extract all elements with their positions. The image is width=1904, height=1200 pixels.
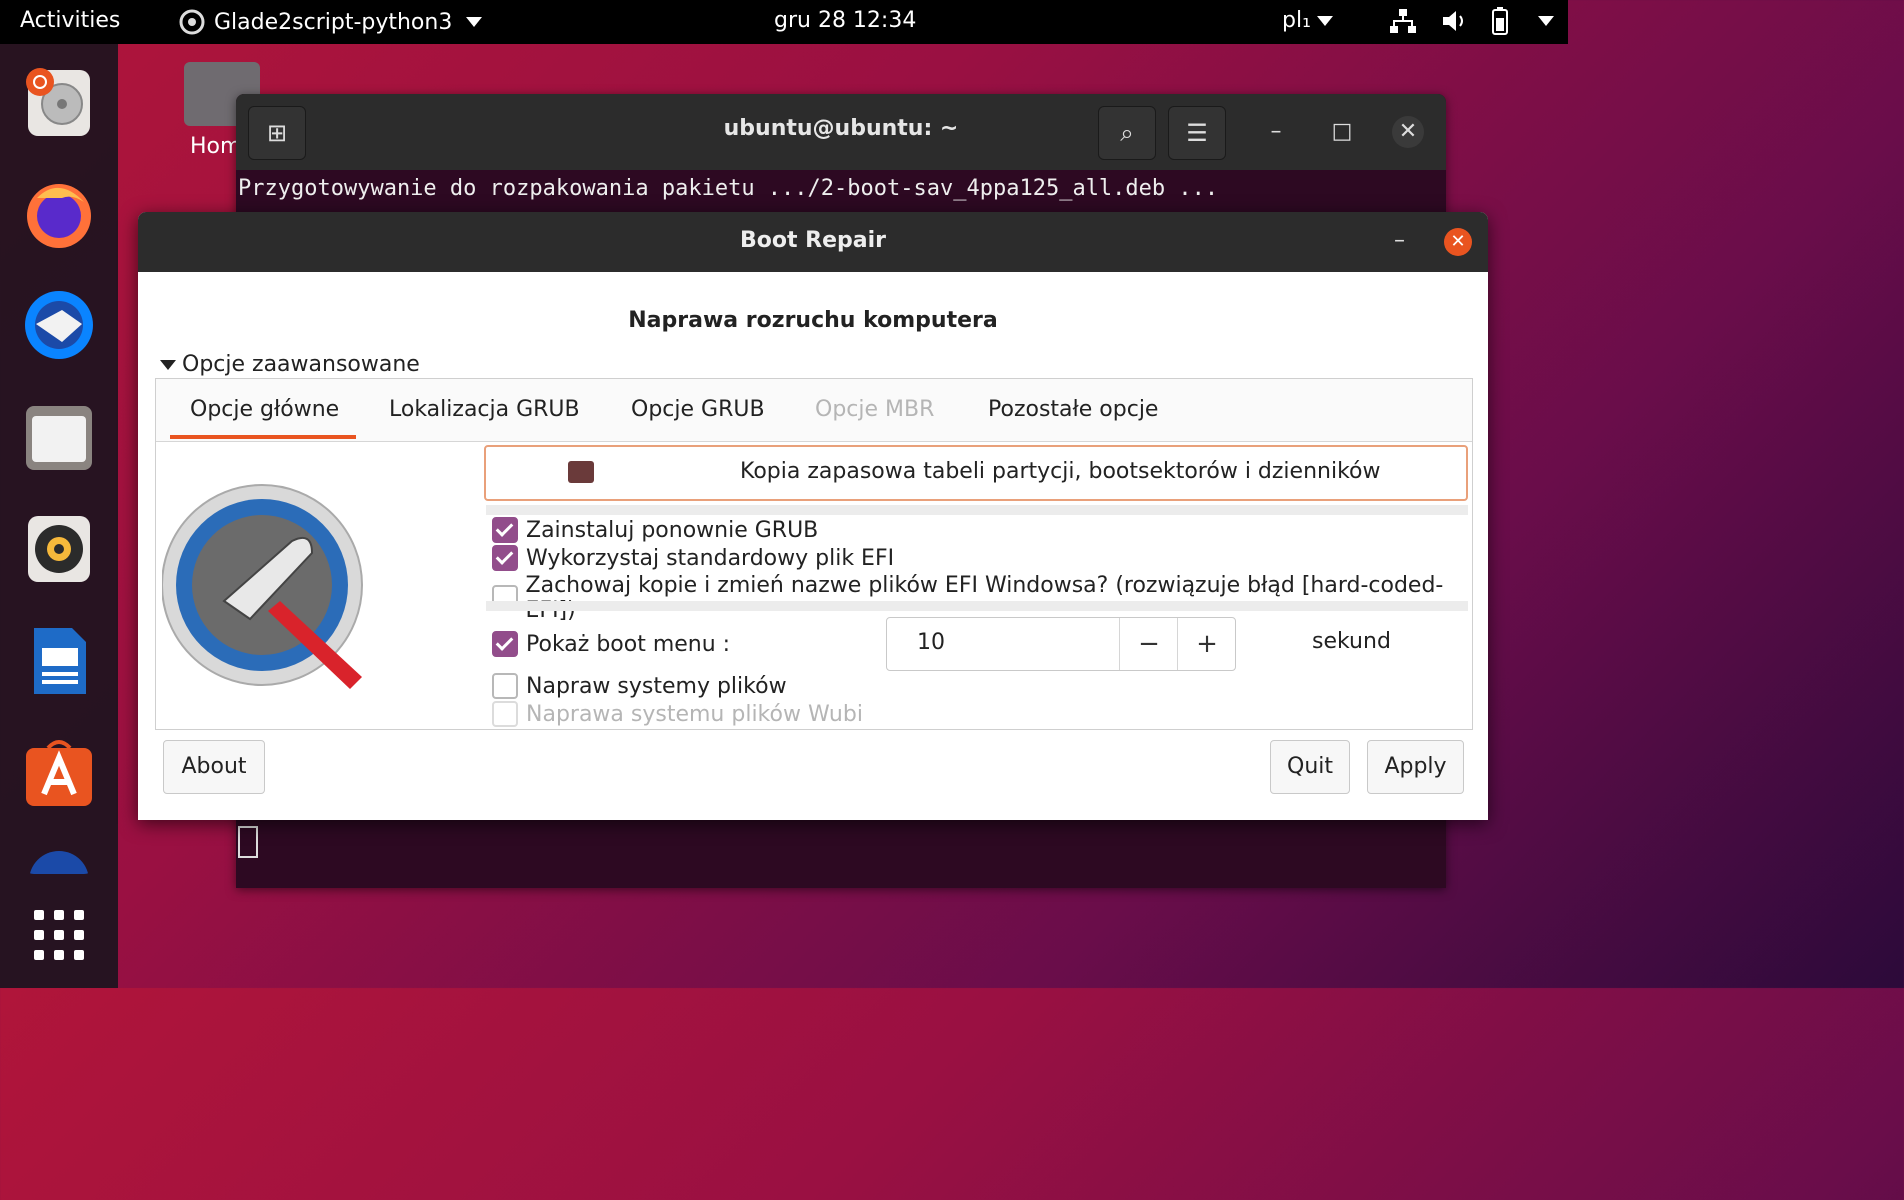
standard-efi-checkbox[interactable]: Wykorzystaj standardowy plik EFI bbox=[492, 545, 894, 571]
network-icon bbox=[1390, 9, 1416, 33]
repair-filesystems-checkbox[interactable]: Napraw systemy plików bbox=[492, 673, 787, 699]
stepper-value[interactable]: 10 bbox=[917, 630, 945, 655]
checkbox-label: Napraw systemy plików bbox=[526, 673, 787, 699]
search-icon[interactable]: ⌕ bbox=[1098, 106, 1156, 160]
dock bbox=[0, 44, 118, 988]
tab-grub-options[interactable]: Opcje GRUB bbox=[631, 397, 765, 422]
close-icon[interactable]: ✕ bbox=[1392, 116, 1424, 148]
chevron-down-icon bbox=[1316, 16, 1333, 26]
apply-button[interactable]: Apply bbox=[1367, 740, 1464, 794]
repair-wubi-checkbox: Naprawa systemu plików Wubi bbox=[492, 701, 863, 727]
system-tray[interactable] bbox=[1388, 6, 1554, 36]
advanced-options-expander[interactable]: Opcje zaawansowane bbox=[160, 352, 420, 377]
tab-bar: Opcje główne Lokalizacja GRUB Opcje GRUB… bbox=[156, 379, 1472, 442]
checkbox-unchecked[interactable] bbox=[492, 673, 518, 699]
show-applications-icon[interactable] bbox=[22, 904, 96, 978]
dialog-title: Boot Repair bbox=[739, 228, 887, 253]
minimize-icon[interactable]: – bbox=[1394, 228, 1405, 253]
page-title: Naprawa rozruchu komputera bbox=[628, 308, 998, 333]
keyboard-layout-label: pl₁ bbox=[1282, 8, 1311, 33]
minimize-icon[interactable]: – bbox=[1260, 116, 1292, 148]
tab-grub-location[interactable]: Lokalizacja GRUB bbox=[389, 397, 580, 422]
backup-button[interactable]: Kopia zapasowa tabeli partycji, bootsekt… bbox=[484, 445, 1468, 501]
reinstall-grub-checkbox[interactable]: Zainstaluj ponownie GRUB bbox=[492, 517, 818, 543]
rhythmbox-icon[interactable] bbox=[22, 512, 96, 586]
firefox-icon[interactable] bbox=[22, 176, 96, 250]
boot-menu-seconds-stepper[interactable]: 10 − + bbox=[886, 617, 1236, 671]
software-center-icon[interactable] bbox=[22, 736, 96, 810]
chevron-down-icon bbox=[466, 17, 483, 27]
checkbox-checked[interactable] bbox=[492, 517, 518, 543]
close-icon[interactable]: ✕ bbox=[1444, 228, 1472, 256]
app-menu-label: Glade2script-python3 bbox=[214, 9, 453, 35]
libreoffice-writer-icon[interactable] bbox=[22, 624, 96, 698]
battery-icon bbox=[1492, 7, 1508, 35]
terminal-output-line: Przygotowywanie do rozpakowania pakietu … bbox=[238, 176, 1219, 201]
keyboard-layout-menu[interactable]: pl₁ bbox=[1282, 8, 1333, 33]
decrement-button[interactable]: − bbox=[1119, 618, 1178, 670]
checkbox-label: Zachowaj kopie i zmień nazwe plików EFI … bbox=[525, 573, 1444, 623]
expander-label: Opcje zaawansowane bbox=[182, 352, 420, 377]
activities-button[interactable]: Activities bbox=[20, 8, 120, 33]
checkbox-label: Zainstaluj ponownie GRUB bbox=[526, 517, 819, 543]
dialog-titlebar[interactable]: Boot Repair – ✕ bbox=[138, 212, 1488, 272]
files-icon[interactable] bbox=[22, 400, 96, 474]
expander-arrow-icon bbox=[160, 359, 176, 370]
checkbox-disabled bbox=[492, 701, 518, 727]
checkbox-checked[interactable] bbox=[492, 545, 518, 571]
increment-button[interactable]: + bbox=[1177, 618, 1236, 670]
show-boot-menu-checkbox[interactable]: Pokaż boot menu : bbox=[492, 631, 730, 657]
separator bbox=[486, 601, 1468, 611]
dock-partial-icon[interactable] bbox=[22, 844, 96, 874]
separator bbox=[486, 505, 1468, 515]
quit-button[interactable]: Quit bbox=[1270, 740, 1350, 794]
terminal-titlebar[interactable]: ⊞ ubuntu@ubuntu: ~ ⌕ ☰ – □ ✕ bbox=[236, 94, 1446, 170]
maximize-icon[interactable]: □ bbox=[1326, 116, 1358, 148]
checkbox-label: Wykorzystaj standardowy plik EFI bbox=[526, 545, 895, 571]
hamburger-menu-icon[interactable]: ☰ bbox=[1168, 106, 1226, 160]
disk-installer-icon[interactable] bbox=[22, 66, 96, 140]
tab-other-options[interactable]: Pozostałe opcje bbox=[988, 397, 1158, 422]
checkbox-checked[interactable] bbox=[492, 631, 518, 657]
folder-icon bbox=[568, 461, 594, 483]
home-folder-label: Hom bbox=[190, 134, 242, 159]
keep-efi-copies-checkbox[interactable]: Zachowaj kopie i zmień nazwe plików EFI … bbox=[492, 573, 1472, 623]
clock[interactable]: gru 28 12:34 bbox=[774, 8, 916, 33]
options-notebook: Opcje główne Lokalizacja GRUB Opcje GRUB… bbox=[155, 378, 1473, 730]
thunderbird-icon[interactable] bbox=[22, 288, 96, 362]
terminal-cursor bbox=[238, 826, 258, 858]
seconds-unit-label: sekund bbox=[1312, 629, 1391, 654]
app-menu[interactable]: Glade2script-python3 bbox=[178, 8, 483, 36]
checkbox-label: Naprawa systemu plików Wubi bbox=[526, 701, 863, 727]
tab-mbr-options: Opcje MBR bbox=[815, 397, 935, 422]
boot-repair-logo bbox=[162, 484, 363, 689]
checkbox-label: Pokaż boot menu : bbox=[526, 631, 731, 657]
tab-main-options[interactable]: Opcje główne bbox=[190, 397, 339, 422]
top-bar: Activities Glade2script-python3 gru 28 1… bbox=[0, 0, 1568, 44]
app-icon bbox=[179, 9, 205, 35]
volume-icon bbox=[1443, 11, 1463, 31]
boot-repair-window: Boot Repair – ✕ Naprawa rozruchu kompute… bbox=[138, 212, 1488, 820]
chevron-down-icon bbox=[1538, 16, 1554, 26]
backup-button-label: Kopia zapasowa tabeli partycji, bootsekt… bbox=[740, 459, 1381, 484]
active-tab-indicator bbox=[170, 435, 356, 439]
about-button[interactable]: About bbox=[163, 740, 265, 794]
